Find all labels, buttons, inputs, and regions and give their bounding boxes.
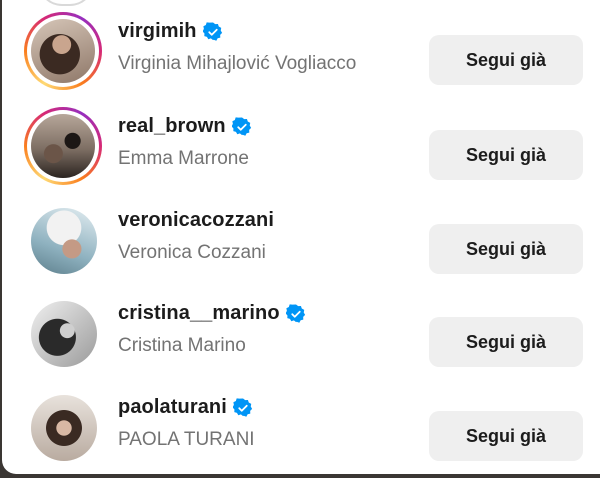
avatar-frame[interactable] [24, 294, 102, 372]
username[interactable]: real_brown [118, 115, 226, 138]
list-item[interactable]: cristina__marino Cristina Marino Segui g… [2, 280, 600, 374]
avatar-story-ring[interactable] [24, 107, 102, 185]
following-button[interactable]: Segui già [429, 35, 583, 85]
full-name: Cristina Marino [118, 335, 246, 356]
username[interactable]: veronicacozzani [118, 209, 274, 232]
list-item[interactable]: paolaturani PAOLA TURANI Segui già [2, 374, 600, 468]
avatar[interactable] [31, 395, 97, 461]
full-name: Emma Marrone [118, 148, 249, 169]
username[interactable]: paolaturani [118, 396, 227, 419]
avatar[interactable] [31, 19, 95, 83]
avatar[interactable] [31, 114, 95, 178]
following-button[interactable]: Segui già [429, 317, 583, 367]
following-button[interactable]: Segui già [429, 130, 583, 180]
avatar-story-ring[interactable] [24, 12, 102, 90]
list-item[interactable]: virgimih Virginia Mihajlović Vogliacco S… [2, 0, 600, 92]
list-item[interactable]: real_brown Emma Marrone Segui già [2, 93, 600, 187]
avatar-frame[interactable] [24, 388, 102, 466]
following-list-panel: virgimih Virginia Mihajlović Vogliacco S… [2, 0, 600, 474]
verified-badge-icon [202, 21, 222, 41]
following-button[interactable]: Segui già [429, 224, 583, 274]
username[interactable]: virgimih [118, 20, 197, 43]
following-button[interactable]: Segui già [429, 411, 583, 461]
full-name: Veronica Cozzani [118, 242, 266, 263]
verified-badge-icon [285, 303, 305, 323]
verified-badge-icon [231, 116, 251, 136]
verified-badge-icon [232, 397, 253, 417]
avatar-frame[interactable] [24, 201, 102, 279]
avatar[interactable] [31, 301, 97, 367]
username[interactable]: cristina__marino [118, 302, 280, 325]
full-name: Virginia Mihajlović Vogliacco [118, 53, 357, 74]
full-name: PAOLA TURANI [118, 429, 255, 450]
avatar[interactable] [31, 208, 97, 274]
list-item[interactable]: veronicacozzani Veronica Cozzani Segui g… [2, 187, 600, 281]
